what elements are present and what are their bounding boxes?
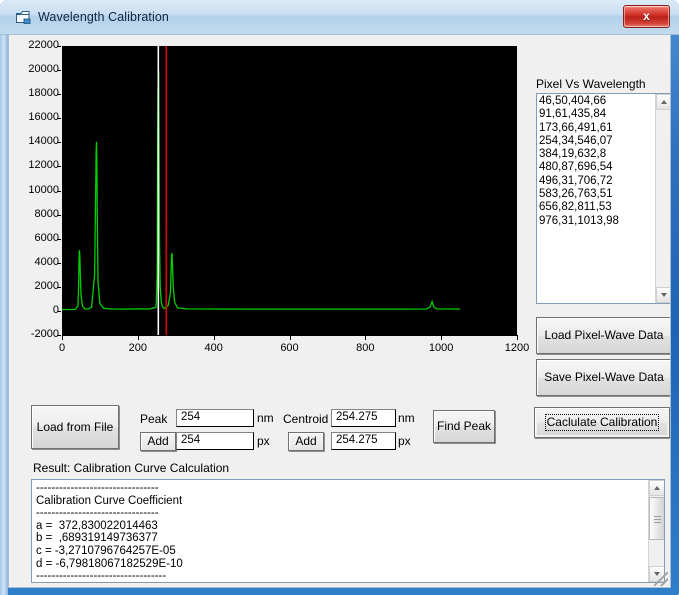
y-tick-label: 6000 (34, 231, 59, 244)
y-tick-mark (57, 214, 61, 216)
y-tick-mark (57, 142, 61, 144)
y-tick-mark (57, 262, 61, 264)
x-tick-mark (517, 335, 518, 340)
y-tick-mark (57, 286, 61, 288)
x-tick-mark (213, 335, 215, 340)
peak-px-unit: px (257, 434, 270, 448)
y-tick-label: 16000 (28, 111, 59, 124)
x-tick-mark (137, 335, 139, 340)
y-tick-mark (57, 238, 61, 240)
client-area: -2000 0 2000 4000 6000 8000 10000 12000 14000 160… (8, 34, 671, 588)
y-tick-mark (57, 310, 61, 312)
x-tick-label: 0 (58, 342, 66, 354)
peak-label: Peak (140, 412, 168, 426)
window-document-icon (16, 11, 31, 24)
result-textarea[interactable]: -------------------------------- Calibra… (31, 479, 665, 583)
centroid-add-button[interactable]: Add (288, 432, 324, 451)
y-tick-label: 10000 (28, 183, 59, 196)
result-text: -------------------------------- Calibra… (36, 482, 183, 583)
y-tick-label: 12000 (28, 159, 59, 172)
find-peak-button[interactable]: Find Peak (433, 410, 495, 443)
save-pixel-wave-button[interactable]: Save Pixel-Wave Data (536, 359, 670, 396)
x-tick-mark (441, 335, 443, 340)
centroid-label: Centroid (283, 412, 329, 426)
close-button[interactable]: x (623, 5, 670, 28)
y-tick-label: 18000 (28, 87, 59, 100)
y-tick-mark (57, 118, 61, 120)
x-tick-mark (62, 335, 63, 340)
y-tick-label: -2000 (30, 328, 59, 340)
y-tick-mark (57, 94, 61, 96)
y-tick-label: 4000 (34, 255, 59, 268)
result-scroll-up-icon[interactable] (649, 480, 664, 496)
y-tick-label: 22000 (28, 39, 59, 51)
x-tick-label: 1200 (504, 342, 530, 354)
plot-area[interactable] (62, 46, 517, 335)
application-window: Wavelength Calibration x -2000 0 2000 4000 6… (0, 0, 679, 595)
peak-nm-unit: nm (257, 411, 274, 425)
result-scrollbar[interactable] (648, 480, 664, 582)
load-from-file-button[interactable]: Load from File (31, 405, 119, 449)
centroid-nm-unit: nm (398, 411, 415, 425)
x-tick-label: 1000 (428, 342, 454, 354)
y-tick-mark (57, 190, 61, 192)
y-tick-mark (57, 335, 61, 336)
listbox-scroll-down-icon[interactable] (656, 287, 670, 303)
y-tick-mark (57, 166, 61, 168)
y-tick-label: 14000 (28, 135, 59, 148)
centroid-px-input[interactable]: 254.275 (331, 432, 396, 450)
window-title: Wavelength Calibration (38, 10, 169, 24)
y-tick-label: 0 (52, 303, 59, 316)
calculate-calibration-label: Caclulate Calibration (544, 414, 660, 431)
x-tick-mark (289, 335, 291, 340)
listbox-scrollbar[interactable] (655, 94, 670, 303)
x-tick-label: 600 (280, 342, 299, 354)
pixel-wave-listbox[interactable]: 46,50,404,66 91,61,435,84 173,66,491,61 … (536, 93, 670, 304)
y-tick-mark (57, 70, 61, 72)
pixel-wave-list-title: Pixel Vs Wavelength (536, 77, 646, 91)
result-label: Result: Calibration Curve Calculation (33, 461, 230, 475)
x-tick-label: 800 (356, 342, 375, 354)
save-pixel-wave-label: Save Pixel-Wave Data (544, 370, 664, 384)
resize-grip-icon[interactable] (654, 572, 668, 586)
listbox-scroll-up-icon[interactable] (656, 94, 670, 110)
y-tick-label: 8000 (34, 207, 59, 220)
centroid-nm-input[interactable]: 254.275 (331, 409, 396, 427)
centroid-px-unit: px (398, 434, 411, 448)
peak-px-input[interactable]: 254 (176, 432, 254, 450)
load-pixel-wave-label: Load Pixel-Wave Data (544, 328, 664, 342)
calculate-calibration-button[interactable]: Caclulate Calibration (534, 407, 670, 438)
load-pixel-wave-button[interactable]: Load Pixel-Wave Data (536, 317, 670, 354)
spectrum-trace (62, 46, 461, 335)
x-tick-mark (365, 335, 367, 340)
title-bar[interactable]: Wavelength Calibration x (0, 0, 679, 35)
x-tick-label: 400 (204, 342, 223, 354)
y-tick-label: 2000 (34, 279, 59, 292)
pixel-wave-list-items: 46,50,404,66 91,61,435,84 173,66,491,61 … (539, 95, 619, 227)
y-tick-mark (57, 46, 61, 47)
window-left-glass (0, 0, 8, 595)
find-peak-label: Find Peak (436, 419, 492, 433)
peak-nm-input[interactable]: 254 (176, 409, 254, 427)
y-tick-label: 20000 (28, 63, 59, 76)
result-scroll-thumb[interactable] (649, 497, 664, 540)
peak-add-button[interactable]: Add (140, 432, 176, 451)
x-tick-label: 200 (128, 342, 147, 354)
load-from-file-label: Load from File (36, 419, 114, 434)
spectrum-chart: -2000 0 2000 4000 6000 8000 10000 12000 14000 160… (17, 39, 529, 361)
